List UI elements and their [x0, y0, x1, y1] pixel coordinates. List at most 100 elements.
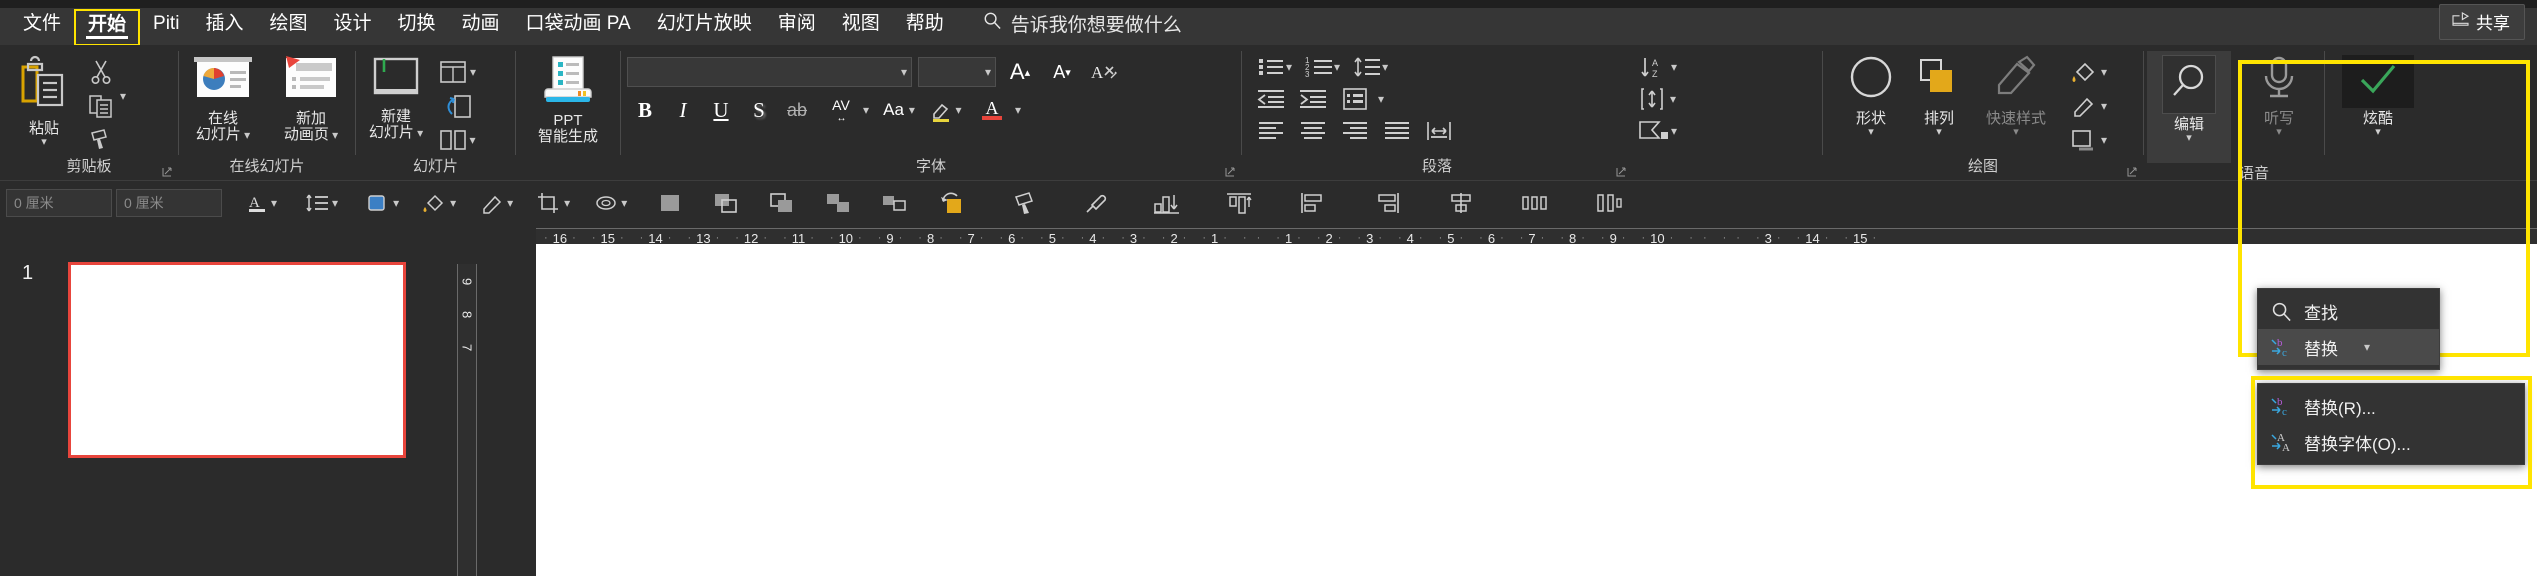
ungroup-objects-button[interactable]: [877, 186, 911, 220]
font-color-chevron-down-icon[interactable]: ▾: [1015, 104, 1021, 116]
tab-piti[interactable]: Piti: [140, 9, 192, 45]
menu-item-replace-chevron-down-icon[interactable]: ▾: [2364, 341, 2370, 353]
tab-draw[interactable]: 绘图: [256, 9, 320, 45]
font-dialog-launcher[interactable]: [1225, 167, 1235, 177]
rotate-button[interactable]: [935, 186, 969, 220]
vertical-ruler-track[interactable]: 9 8 7: [457, 264, 477, 576]
bring-forward-button[interactable]: [709, 186, 743, 220]
font-color-button-quick[interactable]: A ▾: [242, 186, 281, 220]
crop-button-quick[interactable]: ▾: [533, 186, 574, 220]
text-shadow-button[interactable]: S: [741, 94, 777, 126]
width-input[interactable]: 0 厘米: [116, 188, 222, 217]
tab-insert[interactable]: 插入: [192, 9, 256, 45]
sort-button[interactable]: AZ ▾: [1632, 51, 1684, 83]
distribute-horizontal-button[interactable]: [1517, 186, 1553, 220]
decrease-indent-button[interactable]: [1250, 83, 1292, 115]
tab-animations[interactable]: 动画: [449, 9, 513, 45]
font-color-button[interactable]: A: [969, 94, 1015, 126]
font-name-chevron-down-icon[interactable]: ▾: [901, 66, 907, 78]
slide-canvas[interactable]: [536, 244, 2537, 576]
align-text-button[interactable]: ▾: [1632, 83, 1684, 115]
change-case-button[interactable]: Aa ▾: [877, 94, 921, 126]
character-spacing-button[interactable]: AV ↔: [817, 94, 865, 126]
quick-styles-button[interactable]: 快速样式 ▾: [1973, 51, 2059, 138]
slide-layout-chevron-down-icon[interactable]: ▾: [470, 66, 476, 78]
tab-home[interactable]: 开始: [74, 9, 141, 46]
convert-to-smartart-button[interactable]: ▾: [1632, 115, 1684, 147]
cut-button[interactable]: [84, 57, 118, 87]
align-distribute-button[interactable]: [1149, 186, 1185, 220]
submenu-item-replace-font[interactable]: AA 替换字体(O)...: [2258, 424, 2524, 460]
slide-section-chevron-down-icon[interactable]: ▾: [469, 134, 475, 146]
distribute-text-button[interactable]: [1418, 115, 1460, 147]
paragraph-dialog-launcher[interactable]: [1616, 167, 1626, 177]
clipboard-dialog-launcher[interactable]: [162, 167, 172, 177]
slide-reset-button[interactable]: [434, 91, 482, 121]
new-animation-page-button[interactable]: 新加 动画页 ▾: [277, 51, 345, 143]
italic-button[interactable]: I: [665, 94, 701, 126]
tab-review[interactable]: 审阅: [765, 9, 829, 45]
slide-layout-button[interactable]: ▾: [434, 57, 482, 87]
shapes-button[interactable]: 形状 ▾: [1837, 51, 1905, 138]
font-size-input[interactable]: ▾: [918, 57, 996, 87]
columns-button[interactable]: [1334, 83, 1376, 115]
replace-submenu[interactable]: bc 替换(R)... AA 替换字体(O)...: [2257, 383, 2525, 465]
paste-button[interactable]: 粘贴 ▾: [10, 51, 78, 148]
numbering-chevron-down-icon[interactable]: ▾: [1334, 61, 1340, 73]
vertical-ruler[interactable]: 9 8 7: [452, 244, 482, 576]
font-size-chevron-down-icon[interactable]: ▾: [985, 66, 991, 78]
dictate-chevron-down-icon[interactable]: ▾: [2276, 127, 2282, 138]
font-name-input[interactable]: ▾: [627, 57, 912, 87]
line-spacing-chevron-down-icon[interactable]: ▾: [1382, 61, 1388, 73]
tab-help[interactable]: 帮助: [893, 9, 957, 45]
grow-font-button[interactable]: A ▴: [1002, 56, 1038, 88]
submenu-item-replace[interactable]: bc 替换(R)...: [2258, 388, 2524, 424]
menu-item-find[interactable]: 查找: [2258, 293, 2439, 329]
increase-indent-button[interactable]: [1292, 83, 1334, 115]
strikethrough-button[interactable]: ab: [779, 94, 815, 126]
edit-button[interactable]: 编辑 ▾: [2147, 51, 2231, 163]
slide-thumbnail-1[interactable]: [68, 262, 406, 458]
tab-design[interactable]: 设计: [320, 9, 384, 45]
underline-button[interactable]: U: [703, 94, 739, 126]
tab-pocket-animation-pa[interactable]: 口袋动画 PA: [513, 9, 644, 45]
shape-outline-button-quick[interactable]: ▾: [476, 186, 517, 220]
xuanku-button[interactable]: 炫酷 ▾: [2332, 51, 2424, 138]
shape-outline-button[interactable]: ▾: [2063, 91, 2115, 121]
edit-chevron-down-icon[interactable]: ▾: [2186, 133, 2192, 144]
shape-fill-button-quick[interactable]: ▾: [419, 186, 460, 220]
format-painter-button-quick[interactable]: [1009, 186, 1043, 220]
tab-view[interactable]: 视图: [829, 9, 893, 45]
tell-me-box[interactable]: 告诉我你想要做什么: [957, 8, 1195, 45]
new-slide-button[interactable]: 新建 幻灯片 ▾: [362, 51, 430, 141]
tab-slideshow[interactable]: 幻灯片放映: [644, 9, 765, 45]
clipboard-chevron-down-icon[interactable]: ▾: [120, 90, 126, 102]
copy-button[interactable]: [84, 91, 118, 121]
height-input[interactable]: 0 厘米: [6, 188, 112, 217]
online-slide-button[interactable]: 在线 幻灯片 ▾: [189, 51, 257, 143]
align-right-button[interactable]: [1334, 115, 1376, 147]
shrink-font-button[interactable]: A ▾: [1044, 56, 1080, 88]
slide-thumbnail-pane[interactable]: 1: [0, 244, 448, 576]
tab-file[interactable]: 文件: [10, 9, 74, 45]
send-backward-button[interactable]: [765, 186, 799, 220]
menu-item-replace[interactable]: bc 替换 ▾: [2258, 329, 2439, 365]
align-center-objects-button[interactable]: [1443, 186, 1479, 220]
drawing-dialog-launcher[interactable]: [2127, 167, 2137, 177]
quick-styles-chevron-down-icon[interactable]: ▾: [2013, 127, 2019, 138]
align-center-button[interactable]: [1292, 115, 1334, 147]
align-top-button[interactable]: [1221, 186, 1257, 220]
text-highlight-button[interactable]: ▾: [923, 94, 967, 126]
shape-effects-button-quick[interactable]: ▾: [590, 186, 631, 220]
slide-section-button[interactable]: ▾: [434, 125, 482, 155]
bullets-chevron-down-icon[interactable]: ▾: [1286, 61, 1292, 73]
align-left-objects-button[interactable]: [1295, 186, 1331, 220]
selection-pane-button[interactable]: [653, 186, 687, 220]
shape-fill-button[interactable]: ▾: [2063, 57, 2115, 87]
format-painter-button[interactable]: [84, 125, 118, 155]
shapes-chevron-down-icon[interactable]: ▾: [1868, 127, 1874, 138]
align-left-button[interactable]: [1250, 115, 1292, 147]
bold-button[interactable]: B: [627, 94, 663, 126]
edit-dropdown-menu[interactable]: 查找 bc 替换 ▾: [2257, 288, 2440, 370]
align-right-objects-button[interactable]: [1369, 186, 1405, 220]
